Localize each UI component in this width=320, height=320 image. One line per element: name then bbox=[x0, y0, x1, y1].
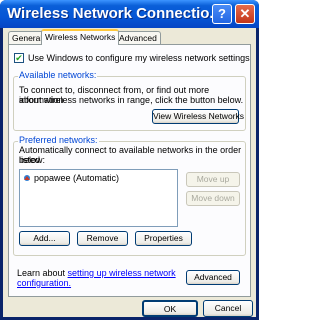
move-up-button[interactable]: Move up bbox=[186, 172, 240, 187]
window-title: Wireless Network Connectio... bbox=[7, 5, 222, 22]
tab-wireless-networks[interactable]: Wireless Networks bbox=[41, 29, 120, 45]
dialog-window: Wireless Network Connectio... ? ✕ Genera… bbox=[0, 0, 259, 320]
dialog-client-area: General Wireless Networks Advanced ✔ Use… bbox=[3, 28, 256, 317]
preferred-networks-text-line2: below: bbox=[19, 155, 46, 165]
tab-advanced[interactable]: Advanced bbox=[115, 31, 161, 45]
properties-button[interactable]: Properties bbox=[135, 231, 192, 246]
available-networks-title: Available networks: bbox=[18, 70, 98, 80]
add-button[interactable]: Add... bbox=[19, 231, 70, 246]
preferred-networks-list[interactable]: popawee (Automatic) bbox=[19, 169, 178, 227]
wireless-network-icon bbox=[24, 175, 30, 181]
available-networks-text-line2: about wireless networks in range, click … bbox=[19, 95, 244, 105]
preferred-networks-title: Preferred networks: bbox=[18, 135, 99, 145]
learn-about-text: Learn about setting up wireless network bbox=[17, 268, 176, 278]
tab-panel: ✔ Use Windows to configure my wireless n… bbox=[8, 44, 251, 297]
help-button[interactable]: ? bbox=[212, 4, 232, 24]
advanced-button[interactable]: Advanced bbox=[186, 270, 240, 285]
learn-about-link-line2[interactable]: configuration. bbox=[17, 278, 71, 288]
ok-button[interactable]: OK bbox=[142, 300, 198, 317]
preferred-networks-text-line1: Automatically connect to available netwo… bbox=[19, 145, 242, 165]
use-windows-checkbox[interactable]: ✔ bbox=[14, 53, 24, 63]
cancel-button[interactable]: Cancel bbox=[203, 300, 253, 317]
close-button[interactable]: ✕ bbox=[235, 4, 255, 24]
view-wireless-networks-button[interactable]: View Wireless Networks bbox=[152, 109, 244, 124]
network-name-label: popawee (Automatic) bbox=[34, 173, 120, 183]
move-down-button[interactable]: Move down bbox=[186, 191, 240, 206]
title-bar[interactable]: Wireless Network Connectio... ? ✕ bbox=[0, 0, 259, 28]
learn-about-prefix: Learn about bbox=[17, 268, 68, 278]
remove-button[interactable]: Remove bbox=[77, 231, 128, 246]
use-windows-label: Use Windows to configure my wireless net… bbox=[28, 53, 250, 63]
learn-about-link[interactable]: setting up wireless network bbox=[68, 268, 176, 278]
